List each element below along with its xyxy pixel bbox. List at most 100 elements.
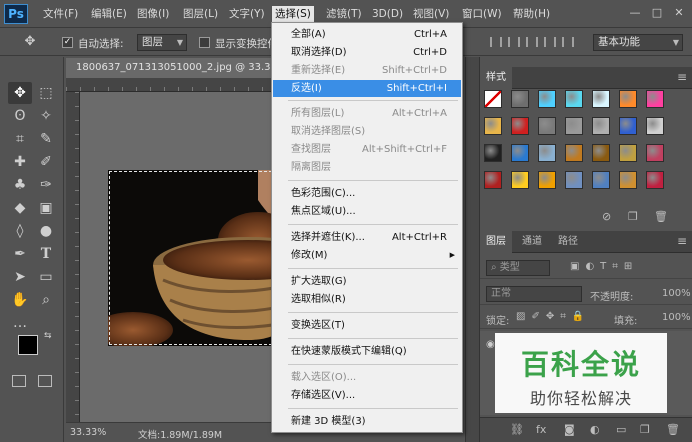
canvas-area[interactable]	[80, 92, 272, 422]
menu-type[interactable]: 文字(Y)	[226, 6, 268, 23]
style-preset-swatch[interactable]	[538, 90, 556, 108]
eraser-icon[interactable]: ◆	[8, 197, 32, 219]
trash-icon[interactable]: 🗑	[666, 423, 680, 436]
menu-item-quick-mask-edit[interactable]: 在快速蒙版模式下编辑(Q)	[273, 343, 461, 360]
style-preset-swatch[interactable]	[619, 117, 637, 135]
style-preset-swatch[interactable]	[565, 144, 583, 162]
magic-wand-icon[interactable]: ✧	[34, 105, 58, 127]
menu-item-load-selection[interactable]: 载入选区(O)...	[273, 369, 461, 386]
style-preset-swatch[interactable]	[646, 117, 664, 135]
style-preset-swatch[interactable]	[646, 90, 664, 108]
panel-menu-icon[interactable]: ≡	[677, 70, 687, 84]
auto-select-checkbox[interactable]: ✓	[62, 37, 73, 48]
history-brush-icon[interactable]: ✑	[34, 174, 58, 196]
menu-item-isolate-layers[interactable]: 隔离图层	[273, 159, 461, 176]
align-icon[interactable]	[490, 37, 502, 47]
minimize-icon[interactable]: —	[628, 6, 642, 20]
close-icon[interactable]: ✕	[672, 6, 686, 20]
menu-item-focus-area[interactable]: 焦点区域(U)...	[273, 203, 461, 220]
menu-item-deselect-layers[interactable]: 取消选择图层(S)	[273, 123, 461, 140]
style-preset-swatch[interactable]	[538, 117, 556, 135]
screen-mode-icon[interactable]	[38, 375, 52, 387]
new-style-icon[interactable]: ❐	[628, 210, 638, 223]
menu-item-transform-selection[interactable]: 变换选区(T)	[273, 317, 461, 334]
lock-icons[interactable]: ▨✐✥⌗🔒	[516, 311, 590, 322]
style-preset-swatch[interactable]	[484, 117, 502, 135]
style-preset-swatch[interactable]	[511, 144, 529, 162]
fx-icon[interactable]: fx	[536, 423, 546, 436]
show-transform-checkbox[interactable]	[199, 37, 210, 48]
tab-paths[interactable]: 路径	[552, 231, 584, 253]
maximize-icon[interactable]: □	[650, 6, 664, 20]
menu-edit[interactable]: 编辑(E)	[88, 6, 130, 23]
distribute-icon[interactable]	[562, 37, 574, 47]
style-preset-swatch[interactable]	[592, 117, 610, 135]
layer-mask-icon[interactable]: ◙	[564, 423, 575, 436]
tab-styles[interactable]: 样式	[480, 67, 512, 89]
crop-tool-icon[interactable]: ⌗	[8, 128, 32, 150]
style-preset-swatch[interactable]	[538, 144, 556, 162]
menu-image[interactable]: 图像(I)	[134, 6, 172, 23]
align-icon[interactable]	[526, 37, 538, 47]
menu-window[interactable]: 窗口(W)	[459, 6, 505, 23]
lasso-tool-icon[interactable]: ʘ	[8, 105, 32, 127]
style-preset-swatch[interactable]	[592, 171, 610, 189]
menu-item-all-layers[interactable]: 所有图层(L) Alt+Ctrl+A	[273, 105, 461, 122]
dodge-tool-icon[interactable]: ●	[34, 220, 58, 242]
menu-item-select-all[interactable]: 全部(A) Ctrl+A	[273, 26, 461, 43]
workspace-dropdown[interactable]: 基本功能 ▼	[593, 34, 683, 51]
menu-item-save-selection[interactable]: 存储选区(V)...	[273, 387, 461, 404]
hand-tool-icon[interactable]: ✋	[8, 289, 32, 311]
style-preset-swatch[interactable]	[565, 171, 583, 189]
style-preset-swatch[interactable]	[619, 144, 637, 162]
align-icon[interactable]	[508, 37, 520, 47]
visibility-eye-icon[interactable]: ◉	[486, 339, 495, 350]
style-preset-swatch[interactable]	[592, 144, 610, 162]
healing-brush-icon[interactable]: ✚	[8, 151, 32, 173]
menu-filter[interactable]: 滤镜(T)	[323, 6, 365, 23]
layer-filter-icons[interactable]: ▣◐T⌗⊞	[570, 261, 638, 272]
menu-select[interactable]: 选择(S)	[272, 6, 314, 23]
style-preset-swatch[interactable]	[565, 117, 583, 135]
style-preset-swatch[interactable]	[511, 117, 529, 135]
menu-item-find-layers[interactable]: 查找图层 Alt+Shift+Ctrl+F	[273, 141, 461, 158]
marquee-tool-icon[interactable]: ⬚	[34, 82, 58, 104]
swap-colors-icon[interactable]: ⇆	[44, 331, 52, 341]
style-preset-swatch[interactable]	[484, 171, 502, 189]
distribute-icon[interactable]	[544, 37, 556, 47]
menu-item-modify[interactable]: 修改(M) ▶	[273, 247, 461, 264]
auto-select-dropdown[interactable]: 图层 ▼	[137, 34, 187, 51]
panel-menu-icon[interactable]: ≡	[677, 234, 687, 248]
blend-mode-dropdown[interactable]: 正常	[486, 286, 582, 302]
zoom-tool-icon[interactable]: ⌕	[34, 289, 58, 311]
opacity-value[interactable]: 100%	[662, 288, 691, 299]
move-tool-icon[interactable]: ✥	[18, 31, 42, 53]
new-layer-icon[interactable]: ❐	[640, 423, 650, 436]
menu-layer[interactable]: 图层(L)	[180, 6, 221, 23]
menu-view[interactable]: 视图(V)	[410, 6, 452, 23]
path-select-icon[interactable]: ➤	[8, 266, 32, 288]
zoom-level[interactable]: 33.33%	[70, 427, 106, 438]
document-tab[interactable]: 1800637_071313051000_2.jpg @ 33.3%(RGB/8…	[66, 58, 272, 78]
menu-item-similar[interactable]: 选取相似(R)	[273, 291, 461, 308]
style-preset-swatch[interactable]	[592, 90, 610, 108]
style-preset-swatch[interactable]	[511, 171, 529, 189]
menu-item-grow[interactable]: 扩大选取(G)	[273, 273, 461, 290]
brush-tool-icon[interactable]: ✐	[34, 151, 58, 173]
clone-stamp-icon[interactable]: ♣	[8, 174, 32, 196]
style-preset-swatch[interactable]	[538, 171, 556, 189]
foreground-color-swatch[interactable]	[18, 335, 38, 355]
menu-item-inverse[interactable]: 反选(I) Shift+Ctrl+I	[273, 80, 461, 97]
layer-filter-dropdown[interactable]: ⌕ 类型	[486, 260, 550, 276]
style-preset-swatch[interactable]	[619, 171, 637, 189]
style-preset-swatch[interactable]	[565, 90, 583, 108]
quick-mask-icon[interactable]	[12, 375, 26, 387]
blur-tool-icon[interactable]: ◊	[8, 220, 32, 242]
style-preset-swatch[interactable]	[619, 90, 637, 108]
menu-item-deselect[interactable]: 取消选择(D) Ctrl+D	[273, 44, 461, 61]
trash-icon[interactable]: 🗑	[654, 210, 668, 223]
link-layers-icon[interactable]: ⛓	[510, 423, 524, 436]
menu-item-new-3d-extrusion[interactable]: 新建 3D 模型(3)	[273, 413, 461, 430]
menu-help[interactable]: 帮助(H)	[510, 6, 553, 23]
tab-layers[interactable]: 图层	[480, 231, 512, 253]
